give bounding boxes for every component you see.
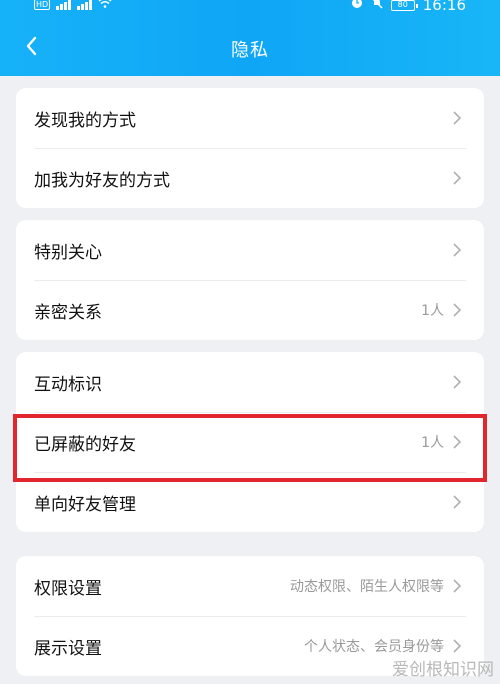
hd-badge: HD bbox=[34, 0, 51, 10]
section-relations: 特别关心 亲密关系 1人 bbox=[16, 220, 484, 340]
wifi-icon bbox=[98, 0, 112, 12]
row-value: 个人状态、会员身份等 bbox=[304, 639, 444, 655]
chevron-right-icon bbox=[452, 110, 462, 126]
chevron-right-icon bbox=[452, 578, 462, 594]
chevron-right-icon bbox=[452, 638, 462, 654]
row-label: 亲密关系 bbox=[34, 302, 102, 323]
row-label: 特别关心 bbox=[34, 242, 102, 263]
row-label: 单向好友管理 bbox=[34, 494, 136, 515]
row-label: 已屏蔽的好友 bbox=[34, 434, 136, 455]
header-bar: HD 80 16:16 隐私 bbox=[0, 0, 500, 76]
status-time: 16:16 bbox=[422, 0, 466, 14]
chevron-right-icon bbox=[452, 374, 462, 390]
row-one-way-friends[interactable]: 单向好友管理 bbox=[16, 472, 484, 532]
chevron-right-icon bbox=[452, 242, 462, 258]
battery-icon: 80 bbox=[390, 0, 418, 11]
chevron-right-icon bbox=[452, 434, 462, 450]
row-label: 权限设置 bbox=[34, 578, 102, 599]
chevron-right-icon bbox=[452, 170, 462, 186]
row-intimate-relations[interactable]: 亲密关系 1人 bbox=[16, 280, 484, 340]
section-discovery: 发现我的方式 加我为好友的方式 bbox=[16, 88, 484, 208]
row-label: 发现我的方式 bbox=[34, 110, 136, 131]
row-value: 1人 bbox=[421, 435, 444, 451]
watermark: 爱创根知识网 bbox=[392, 660, 494, 680]
alarm-icon bbox=[351, 0, 363, 13]
mute-bell-icon bbox=[371, 0, 383, 13]
row-discover-me[interactable]: 发现我的方式 bbox=[16, 88, 484, 148]
row-add-me-method[interactable]: 加我为好友的方式 bbox=[16, 148, 484, 208]
chevron-right-icon bbox=[452, 302, 462, 318]
row-blocked-friends[interactable]: 已屏蔽的好友 1人 bbox=[16, 412, 484, 472]
signal-icon-2 bbox=[77, 0, 93, 10]
page-title: 隐私 bbox=[231, 40, 269, 61]
signal-icon bbox=[56, 0, 72, 10]
section-interactions: 互动标识 已屏蔽的好友 1人 单向好友管理 bbox=[16, 352, 484, 532]
row-interaction-marks[interactable]: 互动标识 bbox=[16, 352, 484, 412]
row-label: 展示设置 bbox=[34, 638, 102, 659]
row-permission-settings[interactable]: 权限设置 动态权限、陌生人权限等 bbox=[16, 556, 484, 616]
row-value: 动态权限、陌生人权限等 bbox=[290, 579, 444, 595]
row-value: 1人 bbox=[421, 303, 444, 319]
status-bar: HD 80 16:16 bbox=[0, 0, 500, 16]
row-label: 加我为好友的方式 bbox=[34, 170, 170, 191]
row-label: 互动标识 bbox=[34, 374, 102, 395]
row-special-care[interactable]: 特别关心 bbox=[16, 220, 484, 280]
chevron-right-icon bbox=[452, 494, 462, 510]
